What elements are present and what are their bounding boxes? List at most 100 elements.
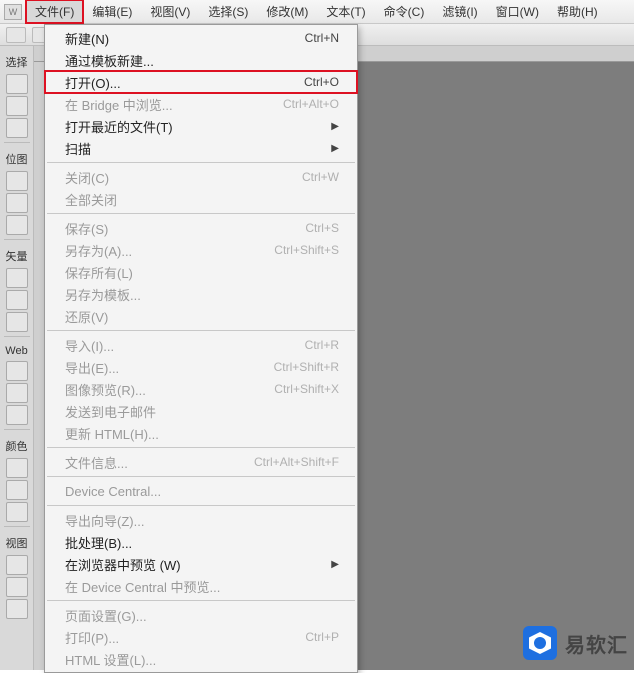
menu-item-label: 另存为模板...: [65, 285, 339, 304]
menu-item-label: 全部关闭: [65, 190, 339, 209]
menu-item: 保存(S)Ctrl+S: [45, 217, 357, 239]
tool-button[interactable]: [6, 171, 28, 191]
menu-item-label: 另存为(A)...: [65, 241, 274, 260]
menu-item-label: 新建(N): [65, 29, 305, 48]
menu-separator: [47, 505, 355, 506]
menu-item-label: 关闭(C): [65, 168, 302, 187]
tool-button[interactable]: [6, 383, 28, 403]
menu-item-label: 导出向导(Z)...: [65, 511, 339, 530]
menu-item-label: 文件信息...: [65, 453, 254, 472]
palette-section-label: 矢量: [6, 248, 28, 264]
submenu-arrow-icon: ▶: [331, 559, 339, 570]
menu-文件f[interactable]: 文件(F): [26, 0, 83, 23]
tool-button[interactable]: [6, 577, 28, 597]
palette-separator: [4, 142, 30, 143]
menu-item: 图像预览(R)...Ctrl+Shift+X: [45, 378, 357, 400]
tool-button[interactable]: [6, 118, 28, 138]
menu-item: 发送到电子邮件: [45, 400, 357, 422]
tool-button[interactable]: [6, 405, 28, 425]
tool-button[interactable]: [6, 555, 28, 575]
tool-button[interactable]: [6, 480, 28, 500]
menu-帮助h[interactable]: 帮助(H): [548, 0, 607, 23]
menu-item: Device Central...: [45, 480, 357, 502]
palette-section-label: 选择: [6, 54, 28, 70]
palette-section-label: 位图: [6, 151, 28, 167]
menu-item-label: 打开最近的文件(T): [65, 117, 325, 136]
menu-item[interactable]: 通过模板新建...: [45, 49, 357, 71]
palette-separator: [4, 429, 30, 430]
menu-item-label: 保存所有(L): [65, 263, 339, 282]
palette-separator: [4, 336, 30, 337]
menu-item-label: 扫描: [65, 139, 325, 158]
tool-button[interactable]: [6, 215, 28, 235]
watermark-icon: [523, 626, 557, 660]
menubar: W 文件(F)编辑(E)视图(V)选择(S)修改(M)文本(T)命令(C)滤镜(…: [0, 0, 634, 24]
menu-item-label: 在 Bridge 中浏览...: [65, 95, 283, 114]
menu-item-shortcut: Ctrl+N: [305, 31, 339, 45]
menu-item-label: 保存(S): [65, 219, 305, 238]
tool-button[interactable]: [6, 599, 28, 619]
menu-item-label: 更新 HTML(H)...: [65, 424, 339, 443]
menu-item: 更新 HTML(H)...: [45, 422, 357, 444]
menu-item-shortcut: Ctrl+W: [302, 170, 339, 184]
menu-item-shortcut: Ctrl+Shift+S: [274, 243, 339, 257]
watermark-text: 易软汇: [565, 629, 628, 658]
tool-button[interactable]: [6, 502, 28, 522]
menu-修改m[interactable]: 修改(M): [257, 0, 317, 23]
menu-item: 导出向导(Z)...: [45, 509, 357, 531]
tool-button[interactable]: [6, 312, 28, 332]
menu-命令c[interactable]: 命令(C): [375, 0, 434, 23]
menu-编辑e[interactable]: 编辑(E): [83, 0, 141, 23]
menu-item[interactable]: 新建(N)Ctrl+N: [45, 27, 357, 49]
menu-item: 导出(E)...Ctrl+Shift+R: [45, 356, 357, 378]
menu-选择s[interactable]: 选择(S): [199, 0, 257, 23]
menu-item-label: 导入(I)...: [65, 336, 305, 355]
menu-item-shortcut: Ctrl+Alt+O: [283, 97, 339, 111]
tool-button[interactable]: [6, 193, 28, 213]
toolbar-button[interactable]: [6, 27, 26, 43]
menu-separator: [47, 476, 355, 477]
menu-item-label: 通过模板新建...: [65, 51, 339, 70]
menu-item-label: 打印(P)...: [65, 628, 305, 647]
menu-item: 文件信息...Ctrl+Alt+Shift+F: [45, 451, 357, 473]
menu-滤镜i[interactable]: 滤镜(I): [433, 0, 486, 23]
tool-button[interactable]: [6, 290, 28, 310]
menu-item-label: 在浏览器中预览 (W): [65, 555, 325, 574]
menu-窗口w[interactable]: 窗口(W): [487, 0, 548, 23]
submenu-arrow-icon: ▶: [331, 121, 339, 132]
palette-section-label: Web: [5, 345, 27, 357]
menu-item: 还原(V): [45, 305, 357, 327]
menu-item-shortcut: Ctrl+S: [305, 221, 339, 235]
menu-item: 保存所有(L): [45, 261, 357, 283]
menu-item[interactable]: 打开(O)...Ctrl+O: [45, 71, 357, 93]
tool-button[interactable]: [6, 268, 28, 288]
menu-item-shortcut: Ctrl+O: [304, 75, 339, 89]
menu-item-shortcut: Ctrl+Shift+X: [274, 382, 339, 396]
menu-item-label: 还原(V): [65, 307, 339, 326]
submenu-arrow-icon: ▶: [331, 143, 339, 154]
menu-item[interactable]: 扫描 ▶: [45, 137, 357, 159]
tool-palette: 选择位图矢量Web颜色视图: [0, 46, 34, 670]
palette-separator: [4, 239, 30, 240]
menu-文本t[interactable]: 文本(T): [317, 0, 374, 23]
menu-item: 另存为(A)...Ctrl+Shift+S: [45, 239, 357, 261]
menu-item-shortcut: Ctrl+R: [305, 338, 339, 352]
menu-item: HTML 设置(L)...: [45, 648, 357, 670]
menu-视图v[interactable]: 视图(V): [141, 0, 199, 23]
menu-item-label: 页面设置(G)...: [65, 606, 339, 625]
palette-section-label: 视图: [6, 535, 28, 551]
tool-button[interactable]: [6, 361, 28, 381]
tool-button[interactable]: [6, 458, 28, 478]
menu-separator: [47, 600, 355, 601]
menu-item-label: 在 Device Central 中预览...: [65, 577, 339, 596]
menu-item-label: 打开(O)...: [65, 73, 304, 92]
menu-item-label: Device Central...: [65, 484, 339, 499]
tool-button[interactable]: [6, 74, 28, 94]
menu-item[interactable]: 批处理(B)...: [45, 531, 357, 553]
menu-item[interactable]: 打开最近的文件(T) ▶: [45, 115, 357, 137]
menu-item: 在 Bridge 中浏览...Ctrl+Alt+O: [45, 93, 357, 115]
menu-item: 全部关闭: [45, 188, 357, 210]
tool-button[interactable]: [6, 96, 28, 116]
menu-item[interactable]: 在浏览器中预览 (W) ▶: [45, 553, 357, 575]
menu-separator: [47, 162, 355, 163]
